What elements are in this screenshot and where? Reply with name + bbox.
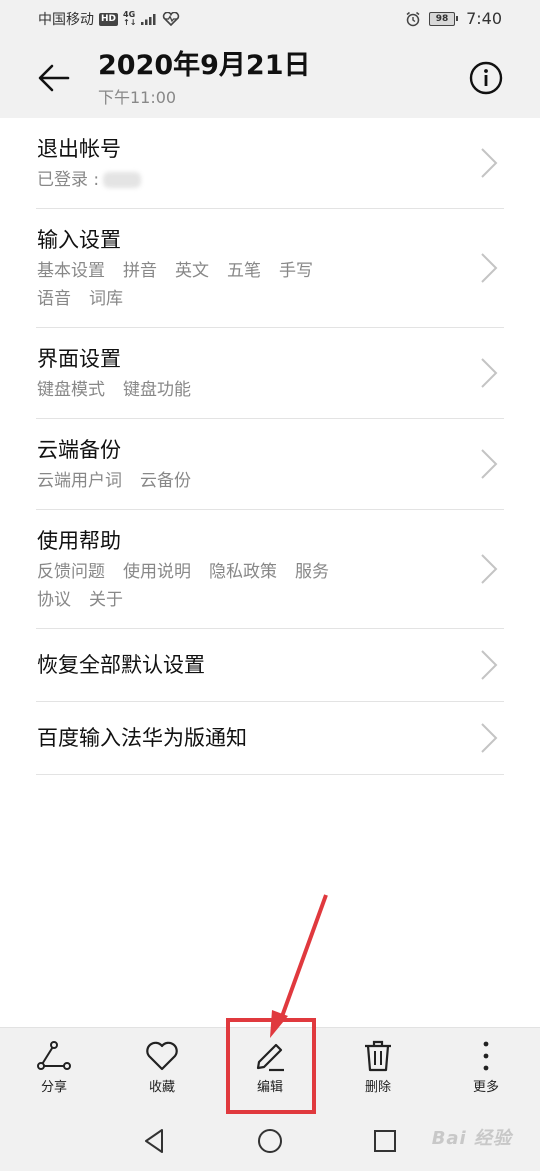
hd-icon: HD xyxy=(99,12,119,26)
sub-link[interactable]: 使用说明 xyxy=(123,562,191,582)
share-label: 分享 xyxy=(40,1080,67,1095)
share-icon xyxy=(37,1041,71,1070)
list-item-logout[interactable]: 退出帐号 已登录 : xyxy=(36,118,504,209)
list-item-title: 界面设置 xyxy=(37,347,121,371)
chevron-right-icon xyxy=(481,253,498,283)
sub-link[interactable]: 反馈问题 xyxy=(37,562,105,582)
clock-label: 7:40 xyxy=(466,9,502,28)
sub-link[interactable]: 协议 xyxy=(37,590,71,610)
back-arrow-icon xyxy=(38,64,70,92)
sub-link[interactable]: 词库 xyxy=(89,289,123,309)
list-item-title: 使用帮助 xyxy=(37,529,121,553)
logged-in-label: 已登录 : xyxy=(37,170,100,190)
chevron-right-icon xyxy=(481,449,498,479)
nav-back-icon[interactable] xyxy=(140,1126,170,1156)
share-button[interactable]: 分享 xyxy=(19,1040,89,1095)
list-item-help[interactable]: 使用帮助 反馈问题 使用说明 隐私政策 服务 协议 关于 xyxy=(36,510,504,629)
settings-list: 退出帐号 已登录 : 输入设置 基本设置 拼音 英文 五笔 手写 语音 词库 界面设置 键… xyxy=(0,118,540,775)
sub-link[interactable]: 云备份 xyxy=(140,471,191,491)
list-item-title: 云端备份 xyxy=(37,438,121,462)
chevron-right-icon xyxy=(481,358,498,388)
back-button[interactable] xyxy=(34,60,74,96)
nav-recents-icon[interactable] xyxy=(370,1126,400,1156)
sub-link[interactable]: 五笔 xyxy=(227,261,261,281)
sub-link[interactable]: 手写 xyxy=(279,261,313,281)
sub-link[interactable]: 隐私政策 xyxy=(209,562,277,582)
battery-icon: 98 xyxy=(429,11,459,26)
list-item-title: 输入设置 xyxy=(37,228,121,252)
favorite-label: 收藏 xyxy=(148,1080,175,1095)
status-bar: 中国移动 HD 4G ↑↓ 98 7:40 xyxy=(0,0,540,36)
sub-link[interactable]: 键盘功能 xyxy=(123,380,191,400)
list-item-title: 恢复全部默认设置 xyxy=(37,653,205,677)
edit-button[interactable]: 编辑 xyxy=(235,1040,305,1095)
blurred-username xyxy=(103,172,142,188)
chevron-right-icon xyxy=(481,650,498,680)
sub-link[interactable]: 基本设置 xyxy=(37,261,105,281)
carrier-label: 中国移动 xyxy=(38,12,94,28)
watermark: Bai 经验 xyxy=(431,1128,512,1149)
list-item-title: 百度输入法华为版通知 xyxy=(37,726,247,750)
sub-link[interactable]: 云端用户词 xyxy=(37,471,122,491)
list-item-interface-settings[interactable]: 界面设置 键盘模式 键盘功能 xyxy=(36,328,504,419)
sub-link[interactable]: 语音 xyxy=(37,289,71,309)
edit-label: 编辑 xyxy=(256,1080,283,1095)
sub-link[interactable]: 键盘模式 xyxy=(37,380,105,400)
trash-icon xyxy=(365,1040,391,1072)
chevron-right-icon xyxy=(481,148,498,178)
sub-link[interactable]: 服务 xyxy=(295,562,329,582)
sub-link[interactable]: 关于 xyxy=(89,590,123,610)
list-item-cloud-backup[interactable]: 云端备份 云端用户词 云备份 xyxy=(36,419,504,510)
page-subtitle: 下午11:00 xyxy=(98,88,177,107)
sub-link[interactable]: 英文 xyxy=(175,261,209,281)
more-label: 更多 xyxy=(472,1080,499,1095)
delete-button[interactable]: 删除 xyxy=(343,1040,413,1095)
info-button[interactable] xyxy=(468,60,504,96)
page-title: 2020年9月21日 xyxy=(98,50,311,81)
nav-home-icon[interactable] xyxy=(255,1126,285,1156)
alarm-icon xyxy=(406,11,420,26)
list-item-input-settings[interactable]: 输入设置 基本设置 拼音 英文 五笔 手写 语音 词库 xyxy=(36,209,504,328)
heart-rate-icon xyxy=(163,12,180,26)
sub-link[interactable]: 拼音 xyxy=(123,261,157,281)
favorite-button[interactable]: 收藏 xyxy=(127,1040,197,1095)
more-vertical-icon xyxy=(483,1041,489,1071)
info-icon xyxy=(469,61,503,95)
page-header: 2020年9月21日 下午11:00 xyxy=(0,36,540,118)
chevron-right-icon xyxy=(481,723,498,753)
signal-icon xyxy=(141,14,156,25)
heart-icon xyxy=(146,1041,178,1071)
list-item-title: 退出帐号 xyxy=(37,137,121,161)
list-item-notice[interactable]: 百度输入法华为版通知 xyxy=(36,702,504,775)
pencil-icon xyxy=(256,1043,284,1072)
chevron-right-icon xyxy=(481,554,498,584)
delete-label: 删除 xyxy=(364,1080,391,1095)
network-type-icon: 4G ↑↓ xyxy=(123,10,137,27)
more-button[interactable]: 更多 xyxy=(451,1040,521,1095)
list-item-restore-defaults[interactable]: 恢复全部默认设置 xyxy=(36,629,504,702)
